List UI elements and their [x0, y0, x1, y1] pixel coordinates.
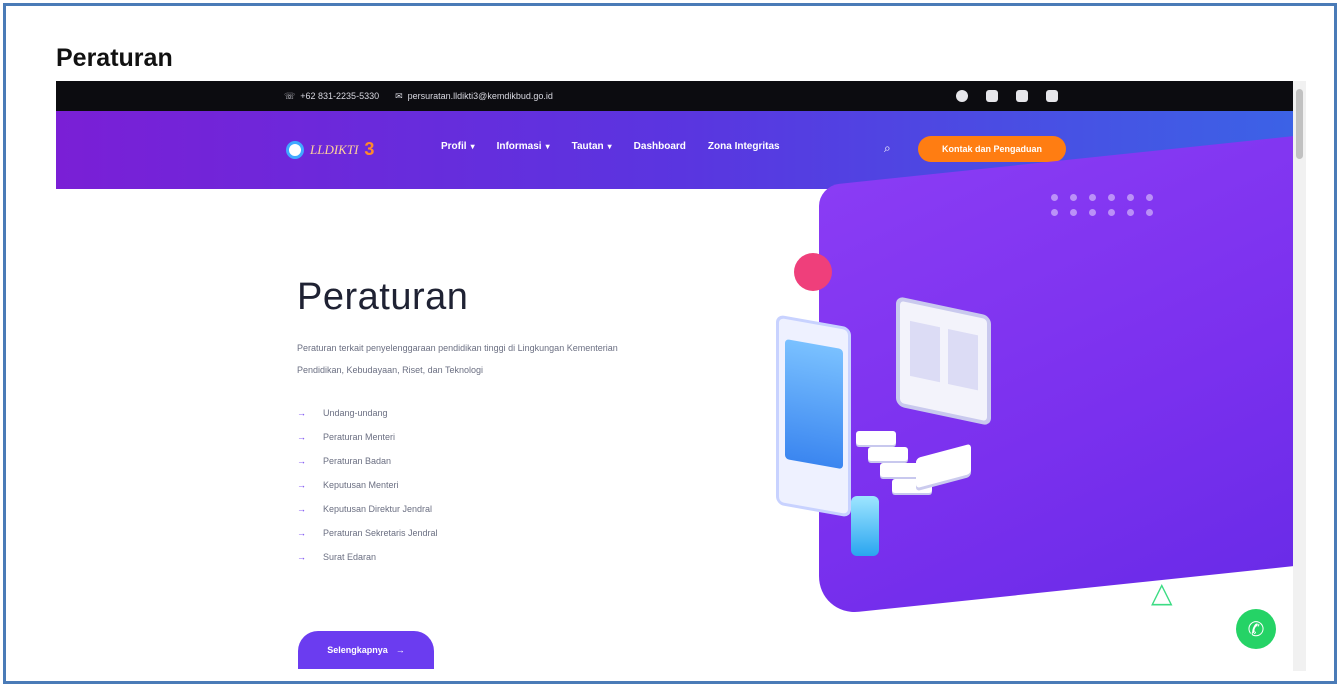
- nav-item-zona-integritas[interactable]: Zona Integritas: [708, 141, 780, 152]
- decorative-dots: [1051, 194, 1160, 216]
- hero-illustration: [706, 281, 1036, 561]
- scrollbar-thumb[interactable]: [1296, 89, 1303, 159]
- list-item[interactable]: → Peraturan Sekretaris Jendral: [297, 521, 657, 545]
- arrow-right-icon: →: [297, 504, 306, 514]
- nav-menu: Profil ▾ Informasi ▾ Tautan ▾ Dashboard …: [441, 141, 780, 152]
- list-item-label: Peraturan Sekretaris Jendral: [323, 528, 438, 538]
- nav-item-tautan[interactable]: Tautan ▾: [572, 141, 612, 152]
- facebook-icon[interactable]: [956, 90, 968, 102]
- youtube-icon[interactable]: [1046, 90, 1058, 102]
- social-links: [956, 81, 1058, 111]
- list-item[interactable]: → Undang-undang: [297, 401, 657, 425]
- nav-item-label: Zona Integritas: [707, 141, 780, 152]
- chevron-down-icon: ▾: [607, 142, 612, 151]
- regulation-list: → Undang-undang → Peraturan Menteri → Perat…: [297, 401, 657, 569]
- list-item-label: Keputusan Direktur Jendral: [323, 504, 433, 514]
- phone-illustration: [776, 314, 851, 518]
- instagram-icon[interactable]: [986, 90, 998, 102]
- nav-item-label: Profil: [441, 141, 467, 152]
- logo-emblem-icon: [286, 140, 304, 159]
- nav-item-dashboard[interactable]: Dashboard: [634, 141, 686, 152]
- list-item-label: Keputusan Menteri: [323, 480, 399, 490]
- arrow-right-icon: →: [297, 408, 306, 418]
- search-icon[interactable]: ⌕: [884, 141, 891, 156]
- site-logo[interactable]: LLDIKTI 3: [286, 139, 374, 160]
- nav-item-informasi[interactable]: Informasi ▾: [497, 141, 550, 152]
- arrow-right-icon: →: [297, 528, 306, 538]
- list-item[interactable]: → Surat Edaran: [297, 545, 657, 569]
- nav-item-label: Informasi: [496, 141, 542, 152]
- page-title: Peraturan: [297, 276, 469, 318]
- arrow-right-icon: →: [297, 480, 306, 490]
- more-button[interactable]: Selengkapnya →: [298, 631, 434, 669]
- email-contact[interactable]: ✉ persuratan.lldikti3@kemdikbud.go.id: [395, 91, 553, 102]
- phone-number: +62 831-2235-5330: [300, 91, 380, 101]
- document-frame: Peraturan ☏ +62 831-2235-5330 ✉ persurat…: [3, 3, 1337, 684]
- arrow-right-icon: →: [395, 645, 405, 655]
- window-illustration: [896, 295, 991, 427]
- contact-info: ☏ +62 831-2235-5330 ✉ persuratan.lldikti…: [284, 81, 553, 111]
- browser-viewport: ☏ +62 831-2235-5330 ✉ persuratan.lldikti…: [56, 81, 1306, 671]
- phone-contact[interactable]: ☏ +62 831-2235-5330: [284, 91, 379, 102]
- chevron-down-icon: ▾: [470, 142, 475, 151]
- phone-icon: ☏: [284, 90, 296, 101]
- list-item[interactable]: → Peraturan Menteri: [297, 425, 657, 449]
- square-social-icon[interactable]: [1016, 90, 1028, 102]
- chevron-down-icon: ▾: [545, 142, 550, 151]
- hero-description: Peraturan terkait penyelenggaraan pendid…: [297, 343, 618, 375]
- list-item[interactable]: → Peraturan Badan: [297, 449, 657, 473]
- nav-item-profil[interactable]: Profil ▾: [441, 141, 475, 152]
- arrow-right-icon: →: [297, 456, 306, 466]
- top-contact-bar: ☏ +62 831-2235-5330 ✉ persuratan.lldikti…: [56, 81, 1306, 111]
- arrow-right-icon: →: [297, 432, 306, 442]
- hero-content: Peraturan Peraturan terkait penyelenggar…: [297, 276, 657, 569]
- arrow-right-icon: →: [297, 552, 306, 562]
- list-item-label: Peraturan Menteri: [323, 432, 396, 442]
- email-address: persuratan.lldikti3@kemdikbud.go.id: [407, 91, 553, 101]
- nav-item-label: Tautan: [571, 141, 604, 152]
- list-item-label: Peraturan Badan: [323, 456, 392, 466]
- document-title: Peraturan: [56, 44, 173, 72]
- logo-text: LLDIKTI: [310, 141, 359, 157]
- list-item-label: Surat Edaran: [323, 552, 377, 562]
- scrollbar[interactable]: [1293, 81, 1306, 671]
- nav-item-label: Dashboard: [633, 141, 686, 152]
- more-button-label: Selengkapnya: [327, 645, 388, 655]
- list-item[interactable]: → Keputusan Menteri: [297, 473, 657, 497]
- triangle-outline-icon: △: [1151, 577, 1173, 608]
- mail-icon: ✉: [395, 90, 403, 101]
- list-item-label: Undang-undang: [323, 408, 388, 418]
- logo-number: 3: [364, 139, 375, 159]
- cylinder-illustration: [851, 496, 879, 556]
- contact-complaint-button[interactable]: Kontak dan Pengaduan: [918, 136, 1066, 162]
- whatsapp-icon[interactable]: ✆: [1236, 609, 1276, 649]
- list-item[interactable]: → Keputusan Direktur Jendral: [297, 497, 657, 521]
